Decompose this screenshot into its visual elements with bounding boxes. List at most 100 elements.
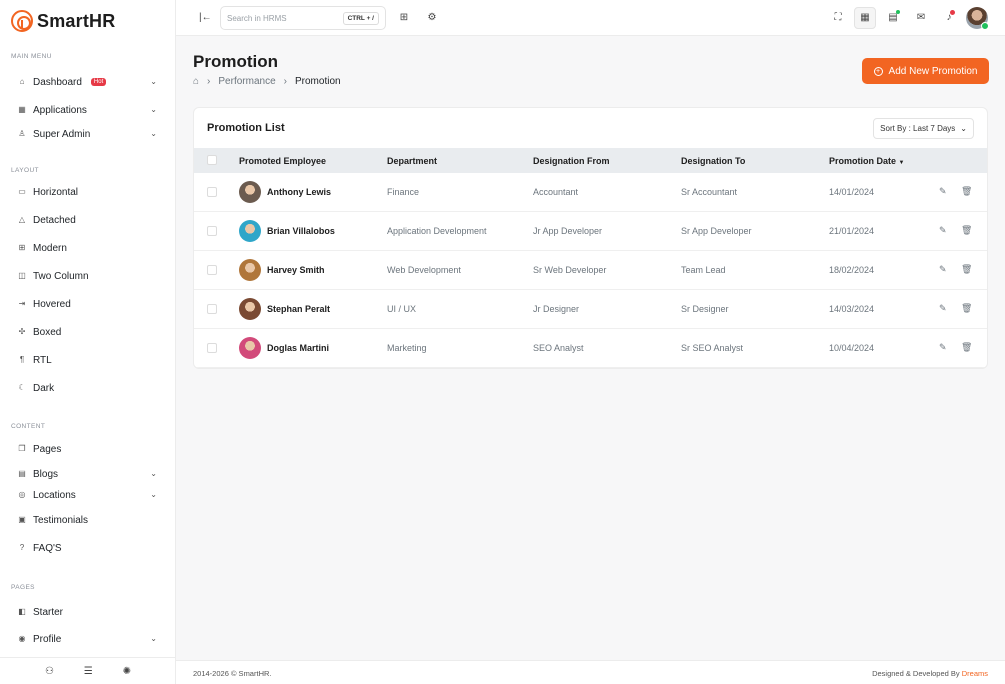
- edit-icon[interactable]: ✎: [939, 303, 947, 314]
- select-all-checkbox[interactable]: [207, 155, 217, 165]
- designation-to-cell: Team Lead: [681, 265, 726, 275]
- table-row: Doglas Martini Marketing SEO Analyst Sr SEO…: [194, 329, 987, 368]
- employee-name[interactable]: Harvey Smith: [267, 265, 325, 275]
- sidebar-item-blogs[interactable]: ▤ Blogs ⌄: [18, 465, 163, 483]
- notification-dot: [950, 10, 955, 15]
- collapse-sidebar-icon[interactable]: |←: [199, 12, 212, 23]
- chevron-down-icon: ⌄: [150, 490, 157, 499]
- sidebar-item-horizontal[interactable]: ▭ Horizontal: [18, 183, 163, 201]
- credit-text: Designed & Developed By Dreams: [872, 669, 988, 678]
- delete-icon[interactable]: 🗑: [961, 186, 972, 197]
- chevron-down-icon: ⌄: [150, 77, 157, 86]
- delete-icon[interactable]: 🗑: [961, 342, 972, 353]
- column-header-promotion-date[interactable]: Promotion Date ▼: [829, 156, 904, 166]
- row-checkbox[interactable]: [207, 226, 217, 236]
- row-checkbox[interactable]: [207, 304, 217, 314]
- breadcrumb-separator-icon: ›: [283, 76, 287, 87]
- sort-arrow-icon: ▼: [898, 160, 905, 166]
- sidebar-item-boxed[interactable]: ✣ Boxed: [18, 323, 163, 341]
- sidebar-item-locations[interactable]: ◎ Locations ⌄: [18, 486, 163, 504]
- employee-avatar[interactable]: [239, 181, 261, 203]
- sidebar-item-two-column[interactable]: ◫ Two Column: [18, 267, 163, 285]
- column-header-employee[interactable]: Promoted Employee: [239, 156, 326, 166]
- sidebar-item-hovered[interactable]: ⇥ Hovered: [18, 295, 163, 313]
- sidebar-item-detached[interactable]: △ Detached: [18, 211, 163, 229]
- section-title-pages: PAGES: [11, 584, 35, 591]
- home-icon[interactable]: ⌂: [193, 76, 199, 87]
- designation-from-cell: SEO Analyst: [533, 343, 584, 353]
- settings-icon[interactable]: ✺: [123, 666, 131, 677]
- designation-to-cell: Sr App Developer: [681, 226, 752, 236]
- employee-name[interactable]: Anthony Lewis: [267, 187, 331, 197]
- chevron-down-icon: ⌄: [150, 469, 157, 478]
- shortcut-badge: CTRL + /: [342, 11, 379, 25]
- edit-icon[interactable]: ✎: [939, 225, 947, 236]
- employee-avatar[interactable]: [239, 220, 261, 242]
- employee-name[interactable]: Brian Villalobos: [267, 226, 335, 236]
- sidebar-item-profile[interactable]: ◉ Profile ⌄: [18, 630, 163, 648]
- table-row: Anthony Lewis Finance Accountant Sr Account…: [194, 173, 987, 212]
- settings-gear-icon[interactable]: ⚙: [426, 12, 438, 23]
- promotion-date-cell: 10/04/2024: [829, 343, 875, 353]
- layout-horizontal-icon: ▭: [18, 187, 26, 196]
- sidebar-item-modern[interactable]: ⊞ Modern: [18, 239, 163, 257]
- users-icon[interactable]: ⚇: [45, 666, 54, 677]
- edit-icon[interactable]: ✎: [939, 186, 947, 197]
- sidebar-item-testimonials[interactable]: ▣ Testimonials: [18, 511, 163, 529]
- list-icon[interactable]: ☰: [84, 666, 93, 677]
- dreams-link[interactable]: Dreams: [962, 669, 988, 678]
- chevron-down-icon: ⌄: [150, 634, 157, 643]
- chevron-down-icon: ⌄: [150, 105, 157, 114]
- rtl-icon: ¶: [19, 355, 25, 364]
- sidebar-item-starter[interactable]: ◧ Starter: [18, 603, 163, 621]
- employee-avatar[interactable]: [239, 337, 261, 359]
- row-checkbox[interactable]: [207, 343, 217, 353]
- employee-name[interactable]: Stephan Peralt: [267, 304, 330, 314]
- sidebar-item-faqs[interactable]: ? FAQ'S: [18, 539, 163, 557]
- breadcrumb: ⌂ › Performance › Promotion: [193, 76, 341, 87]
- employee-cell: Stephan Peralt: [239, 298, 330, 320]
- delete-icon[interactable]: 🗑: [961, 264, 972, 275]
- delete-icon[interactable]: 🗑: [961, 303, 972, 314]
- moon-icon: ☾: [18, 383, 26, 392]
- apps-grid-icon[interactable]: ⊞: [398, 12, 410, 23]
- grid-icon: ▦: [18, 105, 26, 114]
- edit-icon[interactable]: ✎: [939, 264, 947, 275]
- sort-dropdown[interactable]: Sort By : Last 7 Days ⌄: [873, 118, 974, 139]
- breadcrumb-performance[interactable]: Performance: [218, 76, 275, 87]
- chevron-down-icon: ⌄: [960, 124, 967, 133]
- column-header-department[interactable]: Department: [387, 156, 437, 166]
- brand-logo[interactable]: SmartHR: [11, 9, 115, 33]
- sidebar-item-applications[interactable]: ▦ Applications ⌄: [18, 101, 163, 119]
- sidebar-item-pages[interactable]: ❐ Pages: [18, 440, 163, 458]
- section-title-content: CONTENT: [11, 423, 46, 430]
- section-title-layout: LAYOUT: [11, 167, 39, 174]
- user-star-icon: ♙: [18, 129, 26, 138]
- fullscreen-icon[interactable]: ⛶: [832, 12, 844, 23]
- add-promotion-button[interactable]: + Add New Promotion: [862, 58, 989, 84]
- mail-icon[interactable]: ✉: [915, 12, 927, 23]
- employee-avatar[interactable]: [239, 298, 261, 320]
- chevron-down-icon: ⌄: [150, 129, 157, 138]
- designation-to-cell: Sr SEO Analyst: [681, 343, 744, 353]
- user-avatar[interactable]: [966, 7, 989, 30]
- row-checkbox[interactable]: [207, 187, 217, 197]
- sidebar-item-super-admin[interactable]: ♙ Super Admin ⌄: [18, 125, 163, 143]
- sidebar-item-dark[interactable]: ☾ Dark: [18, 379, 163, 397]
- row-checkbox[interactable]: [207, 265, 217, 275]
- employee-avatar[interactable]: [239, 259, 261, 281]
- sidebar-item-dashboard[interactable]: ⌂ Dashboard Hot ⌄: [18, 73, 163, 91]
- search-input[interactable]: [227, 13, 337, 23]
- employee-cell: Anthony Lewis: [239, 181, 331, 203]
- topbar: |← CTRL + / ⊞ ⚙ ⛶ ▦ ▤ ✉ ♪: [176, 0, 1005, 36]
- table-row: Stephan Peralt UI / UX Jr Designer Sr Desig…: [194, 290, 987, 329]
- column-header-designation-from[interactable]: Designation From: [533, 156, 610, 166]
- employee-name[interactable]: Doglas Martini: [267, 343, 329, 353]
- column-header-designation-to[interactable]: Designation To: [681, 156, 745, 166]
- edit-icon[interactable]: ✎: [939, 342, 947, 353]
- delete-icon[interactable]: 🗑: [961, 225, 972, 236]
- sidebar-item-rtl[interactable]: ¶ RTL: [18, 351, 163, 369]
- department-cell: Application Development: [387, 226, 487, 236]
- sidebar: SmartHR MAIN MENU ⌂ Dashboard Hot ⌄ ▦ Ap…: [0, 0, 176, 684]
- promotion-date-cell: 14/03/2024: [829, 304, 875, 314]
